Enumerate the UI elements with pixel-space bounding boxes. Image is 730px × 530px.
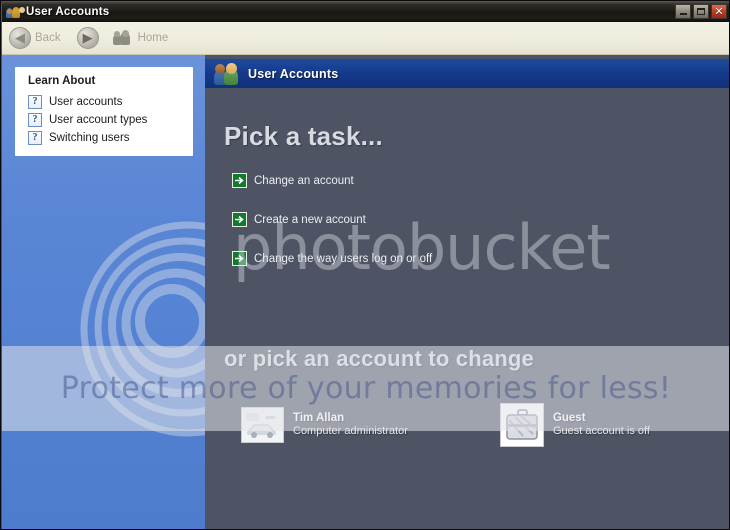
forward-arrow-icon: ▶ (82, 30, 93, 46)
forward-button[interactable]: ▶ (76, 27, 99, 49)
left-sidebar: Learn About ? User accounts ? User accou… (2, 55, 205, 529)
green-arrow-icon (232, 173, 247, 188)
sidebar-item-user-accounts[interactable]: ? User accounts (16, 93, 192, 111)
learn-about-title: Learn About (28, 75, 96, 87)
help-question-icon: ? (28, 113, 42, 127)
sidebar-item-label: Switching users (49, 132, 130, 144)
close-icon: ✕ (714, 5, 724, 18)
task-list: Change an account Create a new account C… (232, 172, 672, 289)
sidebar-item-label: User accounts (49, 96, 123, 108)
task-label: Create a new account (254, 213, 366, 226)
account-text: Tim Allan Computer administrator (293, 411, 408, 439)
car-avatar-icon (241, 407, 284, 443)
sidebar-item-label: User account types (49, 114, 148, 126)
navigation-toolbar: ◀ Back ▶ Home (2, 22, 729, 55)
window-controls: ✕ (675, 4, 727, 19)
learn-about-panel: Learn About ? User accounts ? User accou… (15, 67, 193, 156)
back-arrow-icon: ◀ (15, 30, 25, 46)
task-label: Change an account (254, 174, 354, 187)
account-text: Guest Guest account is off (553, 411, 650, 439)
minimize-icon (679, 13, 687, 15)
window-title: User Accounts (26, 6, 110, 18)
maximize-button[interactable] (693, 4, 709, 19)
main-content-panel: User Accounts Pick a task... Change an a… (205, 55, 729, 529)
screenshot-root: User Accounts ✕ ◀ Back ▶ Home Learn Abou… (0, 0, 730, 530)
task-change-an-account[interactable]: Change an account (232, 172, 672, 189)
task-label: Change the way users log on or off (254, 252, 433, 265)
account-item-tim-allan[interactable]: Tim Allan Computer administrator (241, 403, 408, 447)
sidebar-item-switching-users[interactable]: ? Switching users (16, 129, 192, 147)
user-accounts-icon (6, 5, 25, 20)
account-list: Tim Allan Computer administrator Guest G… (205, 403, 729, 447)
user-accounts-header-icon (214, 62, 238, 85)
maximize-icon (697, 8, 705, 15)
close-button[interactable]: ✕ (711, 4, 727, 19)
task-create-a-new-account[interactable]: Create a new account (232, 211, 672, 228)
minimize-button[interactable] (675, 4, 691, 19)
user-accounts-window: User Accounts ✕ ◀ Back ▶ Home Learn Abou… (0, 0, 730, 530)
sidebar-item-user-account-types[interactable]: ? User account types (16, 111, 192, 129)
content-header: User Accounts (205, 59, 729, 88)
content-header-title: User Accounts (248, 66, 339, 81)
back-label: Back (35, 32, 61, 44)
account-description: Computer administrator (293, 425, 408, 438)
back-button[interactable]: ◀ (9, 27, 31, 49)
account-name: Tim Allan (293, 411, 345, 424)
green-arrow-icon (232, 251, 247, 266)
help-question-icon: ? (28, 95, 42, 109)
pick-an-account-heading: or pick an account to change (224, 346, 534, 371)
account-description: Guest account is off (552, 425, 650, 438)
help-question-icon: ? (28, 131, 42, 145)
task-change-logon-method[interactable]: Change the way users log on or off (232, 250, 672, 267)
account-item-guest[interactable]: Guest Guest account is off (499, 403, 650, 447)
account-name: Guest (552, 411, 586, 424)
pick-a-task-heading: Pick a task... (224, 121, 383, 151)
green-arrow-icon (232, 212, 247, 227)
home-icon (112, 30, 133, 46)
window-titlebar[interactable]: User Accounts ✕ (2, 2, 729, 22)
home-label[interactable]: Home (138, 32, 169, 44)
suitcase-avatar-icon (499, 403, 544, 447)
